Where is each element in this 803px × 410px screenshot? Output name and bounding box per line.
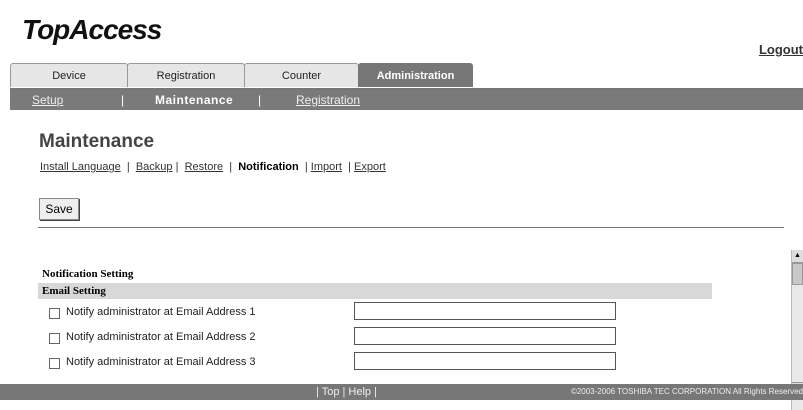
scroll-up-arrow-icon[interactable]: ▲	[792, 250, 803, 263]
sub-navigation: Setup | Maintenance | Registration	[10, 90, 803, 110]
footer-bar: | Top | Help | ©2003-2006 TOSHIBA TEC CO…	[0, 384, 803, 400]
menu-separator: |	[304, 161, 308, 173]
subnav-registration[interactable]: Registration	[296, 93, 360, 107]
menu-separator: |	[175, 161, 179, 173]
notify-address-3-checkbox[interactable]	[49, 358, 60, 369]
notify-address-3-label: Notify administrator at Email Address 3	[66, 356, 256, 368]
menu-notification: Notification	[238, 161, 299, 173]
tab-counter[interactable]: Counter	[244, 63, 359, 87]
save-button[interactable]: Save	[39, 198, 79, 220]
menu-restore[interactable]: Restore	[185, 161, 224, 173]
subnav-separator: |	[121, 93, 125, 107]
menu-export[interactable]: Export	[354, 161, 386, 173]
notify-address-1-label: Notify administrator at Email Address 1	[66, 306, 256, 318]
notify-address-2-label: Notify administrator at Email Address 2	[66, 331, 256, 343]
copyright-text: ©2003-2006 TOSHIBA TEC CORPORATION All R…	[570, 387, 803, 396]
section-title: Notification Setting	[42, 268, 134, 280]
tab-device[interactable]: Device	[10, 63, 128, 87]
menu-separator: |	[229, 161, 233, 173]
tab-administration[interactable]: Administration	[358, 63, 473, 87]
email-setting-header: Email Setting	[38, 283, 712, 299]
menu-separator: |	[348, 161, 351, 173]
notify-address-2-checkbox[interactable]	[49, 333, 60, 344]
scroll-thumb[interactable]	[792, 263, 803, 285]
email-address-2-input[interactable]	[354, 327, 616, 345]
email-address-1-input[interactable]	[354, 302, 616, 320]
subnav-separator: |	[258, 93, 262, 107]
menu-import[interactable]: Import	[311, 161, 342, 173]
maintenance-menu: Install Language | Backup | Restore | No…	[40, 161, 386, 173]
page-title: Maintenance	[39, 131, 155, 152]
menu-backup[interactable]: Backup	[136, 161, 173, 173]
logout-link[interactable]: Logout	[759, 42, 803, 57]
footer-links[interactable]: | Top | Help |	[316, 386, 377, 398]
email-address-3-input[interactable]	[354, 352, 616, 370]
menu-install-language[interactable]: Install Language	[40, 161, 121, 173]
subnav-setup[interactable]: Setup	[32, 93, 63, 107]
notify-address-1-checkbox[interactable]	[49, 308, 60, 319]
app-logo: TopAccess	[22, 14, 162, 45]
divider	[38, 227, 784, 228]
menu-separator: |	[126, 161, 130, 173]
tab-registration[interactable]: Registration	[127, 63, 245, 87]
subnav-maintenance: Maintenance	[155, 93, 234, 107]
